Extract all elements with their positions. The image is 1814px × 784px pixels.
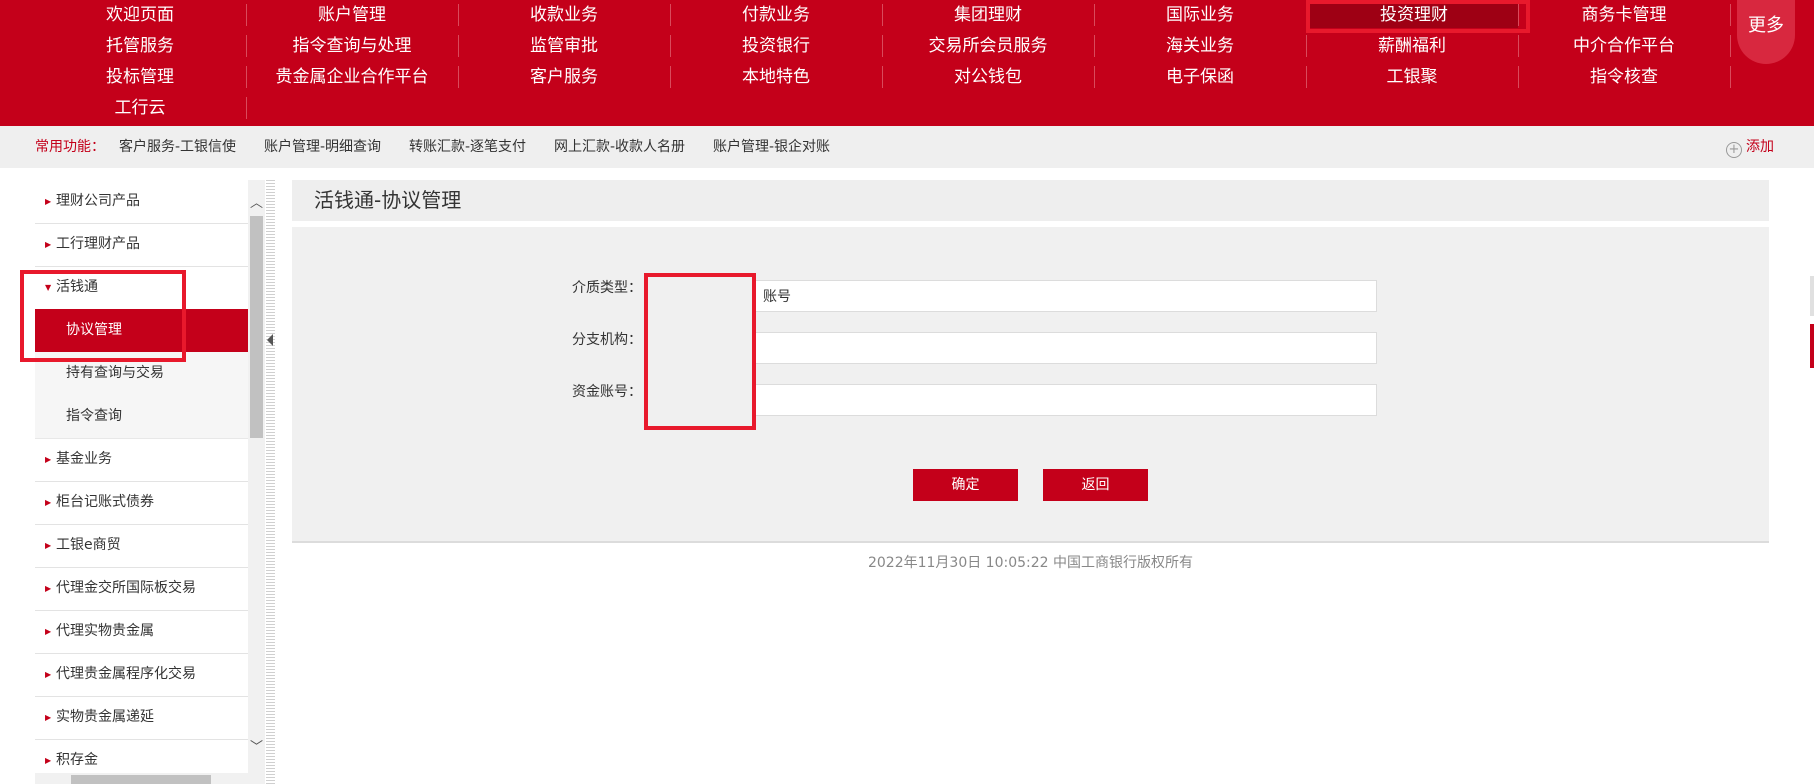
nav-item-investment-banking[interactable]: 投资银行 <box>670 31 882 62</box>
sidebar-item-icbc-wealth-products[interactable]: ▶ 工行理财产品 <box>35 223 248 267</box>
side-float-tab-active[interactable] <box>1810 324 1814 368</box>
fund-account-label: 资金账号： <box>572 384 642 400</box>
sidebar-item-label: 柜台记账式债券 <box>56 494 154 510</box>
nav-item-welcome[interactable]: 欢迎页面 <box>34 0 246 31</box>
page-title: 活钱通-协议管理 <box>314 188 462 212</box>
shortcut-bar: 常用功能： 客户服务-工银信使 账户管理-明细查询 转账汇款-逐笔支付 网上汇款… <box>0 126 1814 168</box>
nav-item-business-card[interactable]: 商务卡管理 <box>1518 0 1730 31</box>
caret-right-icon: ▶ <box>45 455 52 464</box>
nav-item-instruction-check[interactable]: 指令核查 <box>1518 62 1730 93</box>
caret-right-icon: ▶ <box>45 240 52 249</box>
confirm-button[interactable]: 确定 <box>913 469 1018 501</box>
shortcut-label: 常用功能： <box>35 139 105 155</box>
nav-item-payroll[interactable]: 薪酬福利 <box>1306 31 1518 62</box>
sidebar-item-label: 持有查询与交易 <box>66 365 164 381</box>
nav-item-group-finance[interactable]: 集团理财 <box>882 0 1094 31</box>
sidebar-menu: ▶ 理财公司产品 ▶ 工行理财产品 ▼ 活钱通 协议管理 持有查询与交易 指令查… <box>35 180 248 784</box>
more-button[interactable]: 更多 <box>1737 0 1795 64</box>
nav-item-icbc-ju[interactable]: 工银聚 <box>1306 62 1518 93</box>
sidebar-item-fund-business[interactable]: ▶ 基金业务 <box>35 438 248 482</box>
side-float-tab[interactable] <box>1810 276 1814 316</box>
sidebar-item-label: 指令查询 <box>66 408 122 424</box>
page-header: 活钱通-协议管理 <box>292 180 1769 221</box>
media-type-label: 介质类型： <box>572 280 642 296</box>
caret-right-icon: ▶ <box>45 627 52 636</box>
sidebar-horizontal-scrollbar[interactable] <box>35 773 248 784</box>
nav-item-international[interactable]: 国际业务 <box>1094 0 1306 31</box>
nav-item-instruction-query[interactable]: 指令查询与处理 <box>246 31 458 62</box>
caret-down-icon: ▼ <box>45 283 52 292</box>
sidebar-item-wealth-company-products[interactable]: ▶ 理财公司产品 <box>35 180 248 224</box>
back-button[interactable]: 返回 <box>1043 469 1148 501</box>
sidebar-item-label: 代理金交所国际板交易 <box>56 580 196 596</box>
nav-item-customs[interactable]: 海关业务 <box>1094 31 1306 62</box>
nav-item-custody[interactable]: 托管服务 <box>34 31 246 62</box>
sidebar-item-programmatic-trading[interactable]: ▶ 代理贵金属程序化交易 <box>35 653 248 697</box>
collapse-left-icon[interactable] <box>267 334 273 346</box>
add-shortcut-button[interactable]: + 添加 <box>1726 126 1774 168</box>
nav-item-supervision[interactable]: 监管审批 <box>458 31 670 62</box>
shortcut-item-reconciliation[interactable]: 账户管理-银企对账 <box>713 126 830 168</box>
branch-field[interactable] <box>752 332 1377 364</box>
media-type-field[interactable] <box>752 280 1377 312</box>
agreement-form: 介质类型： 分支机构： 资金账号： 确定 返回 <box>292 227 1769 543</box>
nav-item-account-management[interactable]: 账户管理 <box>246 0 458 31</box>
footer-copyright: 2022年11月30日 10:05:22 中国工商银行版权所有 <box>867 555 1194 571</box>
sidebar-item-e-commerce[interactable]: ▶ 工银e商贸 <box>35 524 248 568</box>
sidebar-item-label: 协议管理 <box>66 322 122 338</box>
caret-right-icon: ▶ <box>45 670 52 679</box>
sidebar-subitem-instruction-query[interactable]: 指令查询 <box>35 395 248 439</box>
scrollbar-thumb[interactable] <box>250 216 263 438</box>
top-navigation: 欢迎页面 账户管理 收款业务 付款业务 集团理财 国际业务 投资理财 商务卡管理… <box>0 0 1814 126</box>
panel-splitter[interactable] <box>266 180 275 784</box>
sidebar-subitem-holding-query[interactable]: 持有查询与交易 <box>35 352 248 396</box>
caret-right-icon: ▶ <box>45 713 52 722</box>
caret-right-icon: ▶ <box>45 197 52 206</box>
sidebar-item-label: 实物贵金属递延 <box>56 709 154 725</box>
shortcut-item-customer-messenger[interactable]: 客户服务-工银信使 <box>119 126 236 168</box>
nav-item-payment[interactable]: 付款业务 <box>670 0 882 31</box>
sidebar-item-label: 基金业务 <box>56 451 112 467</box>
shortcut-item-single-payment[interactable]: 转账汇款-逐笔支付 <box>409 126 526 168</box>
nav-item-icbc-cloud[interactable]: 工行云 <box>34 93 246 124</box>
sidebar-item-label: 代理实物贵金属 <box>56 623 154 639</box>
sidebar-subitem-agreement-management[interactable]: 协议管理 <box>35 309 248 353</box>
sidebar-item-label: 工银e商贸 <box>56 537 121 553</box>
caret-right-icon: ▶ <box>45 541 52 550</box>
chevron-up-icon[interactable]: ︿ <box>248 192 265 211</box>
nav-item-collection[interactable]: 收款业务 <box>458 0 670 31</box>
sidebar-item-label: 活钱通 <box>56 279 98 295</box>
nav-item-corporate-wallet[interactable]: 对公钱包 <box>882 62 1094 93</box>
sidebar-item-huoqiantong[interactable]: ▼ 活钱通 <box>35 266 248 309</box>
nav-item-bidding[interactable]: 投标管理 <box>34 62 246 93</box>
nav-item-e-guarantee[interactable]: 电子保函 <box>1094 62 1306 93</box>
plus-circle-icon: + <box>1726 142 1742 158</box>
nav-item-intermediary[interactable]: 中介合作平台 <box>1518 31 1730 62</box>
nav-item-exchange-member[interactable]: 交易所会员服务 <box>882 31 1094 62</box>
sidebar-item-label: 工行理财产品 <box>56 236 140 252</box>
nav-item-investment[interactable]: 投资理财 <box>1310 2 1518 28</box>
fund-account-field[interactable] <box>752 384 1377 416</box>
caret-right-icon: ▶ <box>45 584 52 593</box>
shortcut-item-detail-query[interactable]: 账户管理-明细查询 <box>264 126 381 168</box>
add-label: 添加 <box>1746 139 1774 155</box>
sidebar-vertical-scrollbar[interactable]: ︿ ﹀ <box>248 180 265 784</box>
caret-right-icon: ▶ <box>45 498 52 507</box>
shortcut-item-payee-list[interactable]: 网上汇款-收款人名册 <box>554 126 685 168</box>
scrollbar-thumb[interactable] <box>71 775 211 784</box>
nav-item-customer-service[interactable]: 客户服务 <box>458 62 670 93</box>
branch-label: 分支机构： <box>572 332 642 348</box>
sidebar-item-label: 理财公司产品 <box>56 193 140 209</box>
nav-item-precious-metal-platform[interactable]: 贵金属企业合作平台 <box>246 62 458 93</box>
sidebar-item-gold-exchange-intl[interactable]: ▶ 代理金交所国际板交易 <box>35 567 248 611</box>
sidebar-item-counter-bonds[interactable]: ▶ 柜台记账式债券 <box>35 481 248 525</box>
nav-item-local-feature[interactable]: 本地特色 <box>670 62 882 93</box>
sidebar-item-label: 代理贵金属程序化交易 <box>56 666 196 682</box>
sidebar-item-physical-precious-metal[interactable]: ▶ 代理实物贵金属 <box>35 610 248 654</box>
chevron-down-icon[interactable]: ﹀ <box>248 736 265 755</box>
sidebar-item-precious-metal-deferred[interactable]: ▶ 实物贵金属递延 <box>35 696 248 740</box>
